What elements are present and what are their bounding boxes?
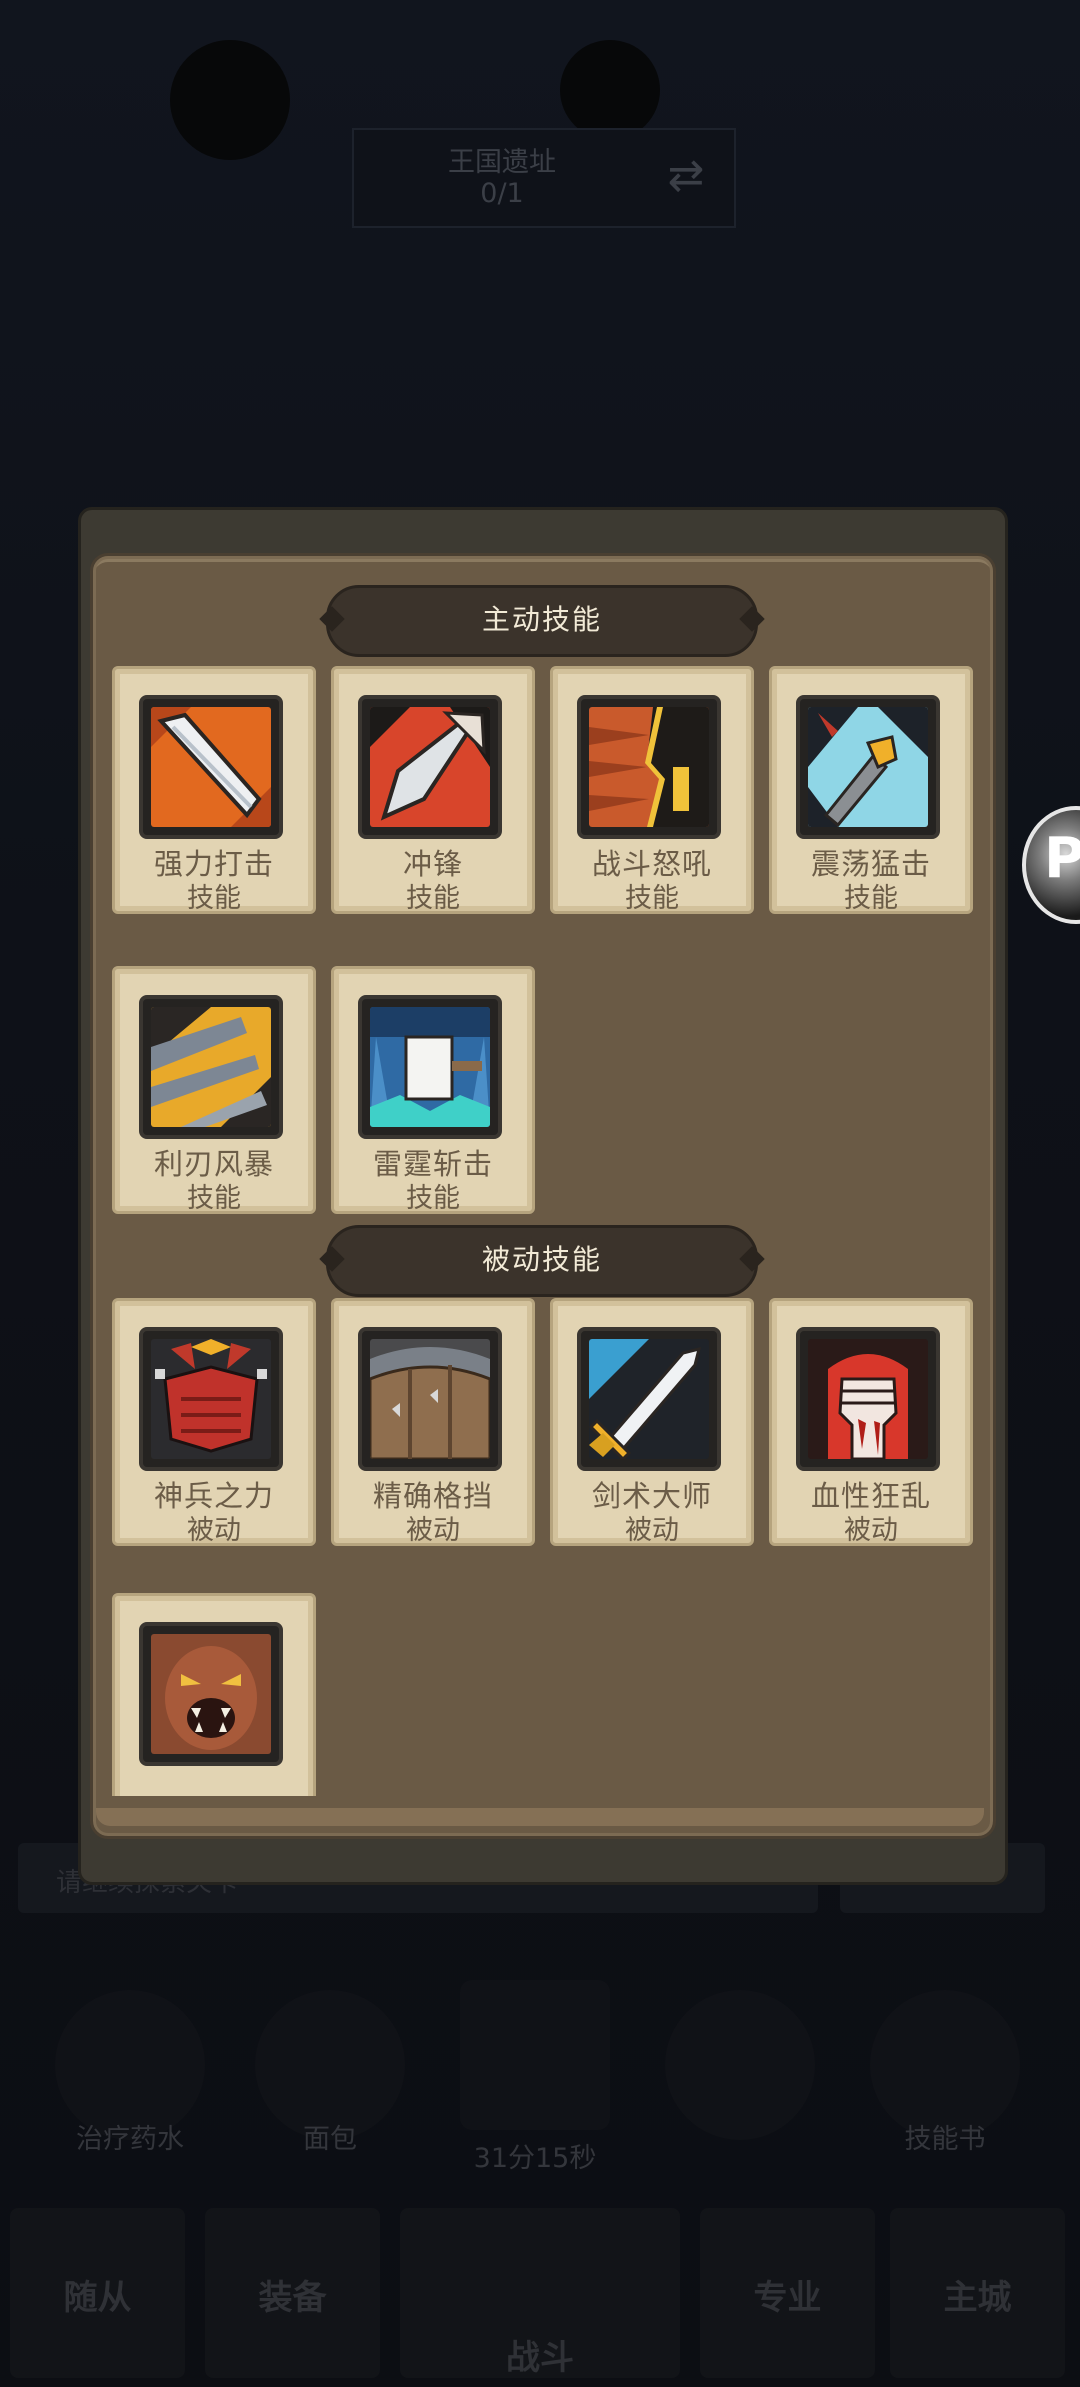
shield-block-icon	[370, 1339, 490, 1459]
skill-card[interactable]: 冲锋 技能	[331, 666, 535, 914]
timer-label: 31分15秒	[473, 2143, 597, 2174]
skill-card[interactable]: 神兵之力 被动	[112, 1298, 316, 1546]
location-title: 王国遗址	[448, 147, 556, 178]
door-silhouette	[560, 40, 660, 140]
tab-label: 专业	[753, 2278, 822, 2318]
swap-icon: ⇄	[667, 150, 705, 201]
skill-type: 技能	[625, 883, 679, 914]
thunder-slash-icon	[370, 1007, 490, 1127]
skill-icon-frame	[796, 1327, 940, 1471]
skill-name: 血性狂乱	[810, 1479, 931, 1513]
skill-type: 被动	[625, 1515, 679, 1546]
skill-name: 雷霆斩击	[372, 1147, 493, 1181]
location-progress: 0/1	[480, 178, 524, 209]
skill-icon-frame	[358, 695, 502, 839]
skill-icon-frame	[139, 995, 283, 1139]
skill-icon-frame	[358, 1327, 502, 1471]
panel-lip	[96, 1808, 984, 1826]
skill-type: 技能	[844, 883, 898, 914]
sword-strike-icon	[151, 707, 271, 827]
skill-card[interactable]: 震荡猛击 技能	[769, 666, 973, 914]
tab-label: 战斗	[506, 2338, 574, 2378]
skill-icon-frame	[358, 995, 502, 1139]
skill-name: 战斗怒吼	[591, 847, 712, 881]
door-silhouette	[170, 40, 290, 160]
item-label: 治疗药水	[76, 2124, 184, 2155]
skill-type: 技能	[187, 1183, 241, 1214]
skill-card[interactable]	[112, 1593, 316, 1796]
tab-label: 主城	[943, 2278, 1012, 2318]
skill-icon-frame	[796, 695, 940, 839]
tab-label: 随从	[63, 2278, 132, 2318]
assist-glyph: P	[1044, 826, 1080, 891]
charge-icon	[370, 707, 490, 827]
gauntlets-icon	[151, 1339, 271, 1459]
skill-type: 技能	[406, 1183, 460, 1214]
skill-type: 被动	[844, 1515, 898, 1546]
skill-icon-frame	[577, 695, 721, 839]
skill-type: 技能	[187, 883, 241, 914]
skill-card[interactable]: 战斗怒吼 技能	[550, 666, 754, 914]
skill-card[interactable]: 强力打击 技能	[112, 666, 316, 914]
tab-label: 装备	[258, 2278, 327, 2318]
shock-slam-icon	[808, 707, 928, 827]
skill-type: 被动	[406, 1515, 460, 1546]
skill-card[interactable]: 剑术大师 被动	[550, 1298, 754, 1546]
skill-icon-frame	[577, 1327, 721, 1471]
skill-name: 震荡猛击	[810, 847, 931, 881]
battle-cry-icon	[589, 707, 709, 827]
skill-name: 冲锋	[402, 847, 463, 881]
locked-slot	[665, 1990, 815, 2140]
berserker-roar-icon	[151, 1634, 271, 1754]
skill-card[interactable]: 利刃风暴 技能	[112, 966, 316, 1214]
blade-storm-icon	[151, 1007, 271, 1127]
skill-card[interactable]: 精确格挡 被动	[331, 1298, 535, 1546]
skill-icon-frame	[139, 1622, 283, 1766]
skill-icon-frame	[139, 695, 283, 839]
item-slot	[460, 1980, 610, 2130]
skill-type: 技能	[406, 883, 460, 914]
skill-icon-frame	[139, 1327, 283, 1471]
skill-type: 被动	[187, 1515, 241, 1546]
item-label: 技能书	[904, 2124, 986, 2155]
item-label: 面包	[303, 2124, 357, 2155]
skill-card[interactable]: 雷霆斩击 技能	[331, 966, 535, 1214]
skill-name: 利刃风暴	[153, 1147, 274, 1181]
skill-name: 剑术大师	[591, 1479, 712, 1513]
skills-scroll-area[interactable]: 强力打击 技能 冲锋 技能 战斗怒吼 技能 震荡猛击 技能 利刃风暴 技能 雷霆…	[92, 556, 988, 1796]
sword-master-icon	[589, 1339, 709, 1459]
skill-card[interactable]: 血性狂乱 被动	[769, 1298, 973, 1546]
blood-fist-icon	[808, 1339, 928, 1459]
skill-name: 精确格挡	[372, 1479, 493, 1513]
skill-name: 强力打击	[153, 847, 274, 881]
skill-name: 神兵之力	[153, 1479, 274, 1513]
